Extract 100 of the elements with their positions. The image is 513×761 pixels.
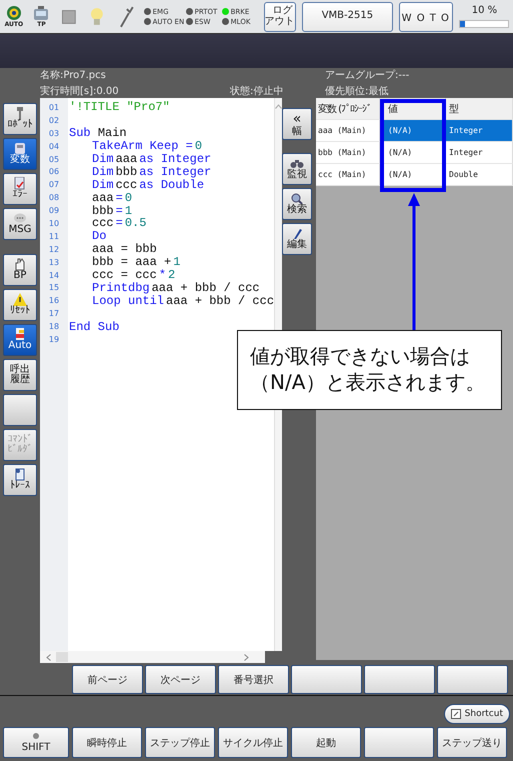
sidebar-button[interactable]: Auto [3, 324, 37, 356]
code-line: ccc = 0.5 [91, 216, 146, 230]
trace-document-icon [13, 468, 27, 482]
sidebar-button[interactable]: ｴﾗｰ [3, 173, 37, 205]
line-number: 15 [48, 283, 60, 292]
line-number: 10 [48, 218, 60, 228]
table-cell: (N/A) [380, 164, 446, 185]
code-line: Printdbg aaa + bbb / ccc [91, 280, 260, 295]
scroll-up-icon[interactable] [275, 104, 282, 109]
square-icon[interactable] [62, 10, 76, 24]
page-button[interactable]: 番号選択 [218, 665, 289, 694]
scroll-right-icon[interactable] [244, 654, 249, 660]
page-button[interactable] [364, 665, 435, 694]
logout-button[interactable]: ログアウト [264, 2, 296, 32]
code-line: Dim aaa as Integer [91, 152, 212, 166]
tool-button[interactable]: 編集 [282, 223, 312, 255]
code-line: ccc = ccc * 2 [91, 268, 176, 282]
code-line: bbb = aaa + 1 [91, 255, 180, 270]
scroll-thumb[interactable] [56, 652, 68, 662]
binoculars-icon [290, 158, 304, 169]
warning-icon [13, 293, 27, 306]
shortcut-button[interactable]: Shortcut [444, 704, 510, 724]
controller-button[interactable]: VMB-2515 [302, 2, 393, 32]
line-number: 09 [48, 206, 60, 216]
line-number: 05 [48, 154, 60, 164]
page-button[interactable] [291, 665, 362, 694]
page-button[interactable] [437, 665, 508, 694]
sidebar-button[interactable]: MSG [3, 208, 37, 240]
table-cell: bbb (Main) [316, 142, 380, 163]
wrench-icon[interactable] [118, 6, 134, 28]
shortcut-icon [450, 709, 461, 719]
book-icon [13, 328, 27, 342]
table-row[interactable]: bbb (Main) (N/A) Integer [316, 142, 513, 164]
tool-button[interactable]: 検索 [282, 188, 312, 220]
table-cell: (N/A) [380, 142, 446, 163]
action-button[interactable]: サイクル停止 [218, 727, 288, 758]
page-button[interactable]: 次ページ [145, 665, 216, 694]
code-line: Dim bbb as Integer [91, 164, 212, 179]
sidebar-button[interactable]: ﾄﾚｰｽ [3, 464, 37, 496]
action-button[interactable]: SHIFT [3, 727, 69, 758]
column-header: 変数 (ﾌﾟﾛｼｰｼﾞ [316, 98, 380, 119]
code-line: bbb = 1 [91, 204, 132, 218]
line-number: 12 [48, 244, 60, 254]
sidebar-button[interactable]: BP [3, 254, 37, 286]
code-line: End Sub [68, 320, 120, 334]
action-button[interactable]: 瞬時停止 [72, 727, 142, 758]
table-cell: aaa (Main) [316, 120, 380, 141]
hand-icon [13, 258, 27, 272]
callout-text: 値が取得できない場合は（N/A）と表示されます。 [237, 330, 502, 410]
table-cell: ccc (Main) [316, 164, 380, 185]
line-number: 06 [48, 167, 60, 176]
page-button[interactable]: 前ページ [72, 665, 143, 694]
code-line: aaa = 0 [91, 190, 132, 205]
line-number: 16 [48, 296, 60, 306]
line-number: 11 [48, 232, 60, 241]
pendant-icon [32, 5, 50, 21]
tool-button[interactable]: « 幅 [282, 108, 312, 140]
sidebar-button[interactable] [3, 394, 37, 426]
code-line: aaa = bbb [91, 242, 157, 256]
exec-time: 実行時間[s]:0.00 [40, 84, 120, 98]
line-number: 02 [48, 116, 60, 125]
scroll-left-icon[interactable] [46, 654, 51, 660]
code-line: Sub Main [68, 126, 127, 140]
user-button[interactable]: W O T O [398, 2, 453, 32]
column-header: 値 [380, 98, 446, 119]
line-number: 03 [48, 128, 60, 138]
line-number: 19 [48, 334, 60, 344]
line-number: 07 [48, 180, 60, 190]
calculator-icon [13, 142, 27, 156]
line-number: 17 [48, 309, 60, 318]
horizontal-scrollbar[interactable] [40, 651, 265, 663]
program-status: 状態:停止中 [230, 84, 284, 98]
line-number: 18 [48, 322, 60, 332]
priority: 優先順位:最低 [325, 84, 390, 98]
code-line: TakeArm Keep = 0 [91, 139, 202, 154]
code-line: '!TITLE "Pro7" [68, 100, 170, 114]
speech-bubble-icon [13, 212, 27, 226]
sidebar-button[interactable]: 変数 [3, 138, 37, 170]
table-row[interactable]: ccc (Main) (N/A) Double [316, 164, 513, 186]
speed-reading: 10 % [472, 5, 498, 16]
line-number: 01 [48, 102, 60, 112]
column-header: 型 [446, 98, 513, 119]
code-line: Dim ccc as Double [91, 178, 204, 192]
spiral-icon [4, 5, 23, 21]
table-row[interactable]: aaa (Main) (N/A) Integer [316, 120, 513, 142]
arm-group: アームグループ:--- [325, 68, 513, 82]
action-button[interactable]: ステップ送り [437, 727, 507, 758]
sidebar-button[interactable]: 呼出履歴 [3, 359, 37, 391]
code-line: Do [91, 229, 106, 244]
sidebar-button[interactable]: ﾛﾎﾞｯﾄ [3, 103, 37, 135]
table-cell: Integer [446, 142, 513, 163]
action-button[interactable]: 起動 [291, 727, 361, 758]
line-number: 14 [48, 270, 60, 280]
line-number: 04 [48, 142, 60, 151]
action-button[interactable] [364, 727, 434, 758]
code-line: Loop until aaa + bbb / ccc [91, 294, 274, 308]
sidebar-button[interactable]: ﾘｾｯﾄ [3, 289, 37, 321]
search-icon [290, 193, 304, 204]
action-button[interactable]: ステップ停止 [145, 727, 215, 758]
tool-button[interactable]: 監視 [282, 153, 312, 185]
